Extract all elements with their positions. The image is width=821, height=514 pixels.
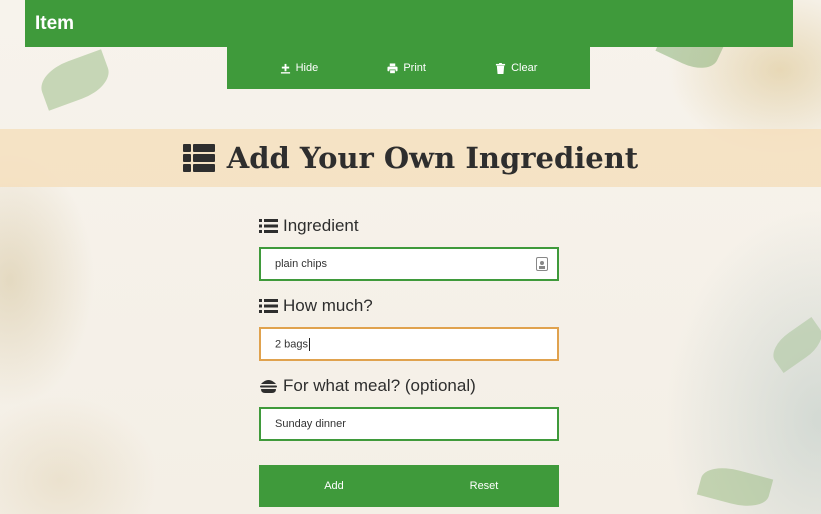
add-button[interactable]: Add [259, 465, 409, 507]
meal-input[interactable]: Sunday dinner [259, 407, 559, 441]
meal-label: For what meal? (optional) [259, 372, 559, 400]
autofill-contact-icon[interactable] [536, 257, 548, 271]
clear-button[interactable]: Clear [495, 62, 537, 74]
ingredient-label-text: Ingredient [283, 216, 359, 235]
section-banner: Add Your Own Ingredient [0, 129, 821, 187]
list-icon [259, 219, 278, 233]
toolbar: Hide Print Clear [227, 47, 590, 89]
meal-label-text: For what meal? (optional) [283, 376, 476, 395]
list-icon [259, 299, 278, 313]
ingredient-form: Ingredient plain chips How much? 2 bags … [259, 212, 559, 452]
quantity-input[interactable]: 2 bags [259, 327, 559, 361]
ingredient-input-value: plain chips [275, 258, 327, 270]
top-bar: Item [25, 0, 793, 47]
clear-button-label: Clear [511, 62, 538, 74]
hide-button-label: Hide [295, 62, 319, 74]
page-title: Item [35, 12, 75, 34]
burger-icon [260, 380, 277, 393]
text-cursor [309, 337, 311, 351]
ingredient-input[interactable]: plain chips [259, 247, 559, 281]
form-actions: Add Reset [259, 465, 559, 507]
quantity-label: How much? [259, 292, 559, 320]
meal-input-value: Sunday dinner [275, 418, 346, 430]
trash-icon [496, 62, 506, 74]
reset-button[interactable]: Reset [409, 465, 559, 507]
quantity-input-value: 2 bags [275, 337, 309, 350]
print-button-label: Print [403, 62, 426, 74]
printer-icon [387, 62, 398, 74]
ingredient-label: Ingredient [259, 212, 559, 240]
section-title: Add Your Own Ingredient [226, 141, 639, 175]
quantity-label-text: How much? [283, 296, 373, 315]
print-button[interactable]: Print [387, 62, 426, 74]
hide-button[interactable]: Hide [280, 62, 319, 74]
plus-icon [280, 63, 290, 74]
list-icon [182, 144, 215, 172]
